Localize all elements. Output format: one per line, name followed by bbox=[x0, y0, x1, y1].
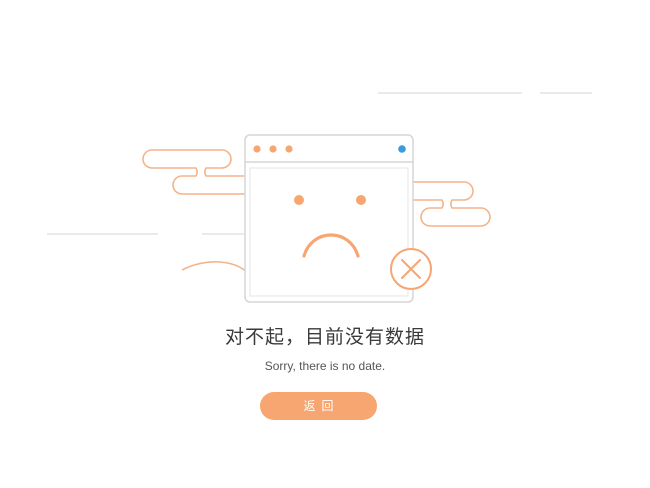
close-circle-icon bbox=[390, 248, 432, 290]
cloud-left-icon bbox=[142, 149, 262, 195]
browser-window-icon bbox=[244, 134, 414, 303]
no-data-illustration bbox=[47, 92, 592, 303]
window-dot-2 bbox=[269, 145, 277, 153]
window-dot-3 bbox=[285, 145, 293, 153]
window-dot-1 bbox=[253, 145, 261, 153]
empty-state-subtitle: Sorry, there is no date. bbox=[264, 359, 386, 373]
empty-state-title: 对不起，目前没有数据 bbox=[224, 326, 425, 348]
cloud-right-icon bbox=[405, 181, 491, 227]
window-blue-dot bbox=[398, 145, 406, 153]
back-button[interactable]: 返回 bbox=[260, 392, 377, 420]
no-data-page: 对不起，目前没有数据 Sorry, there is no date. 返回 bbox=[0, 0, 650, 488]
